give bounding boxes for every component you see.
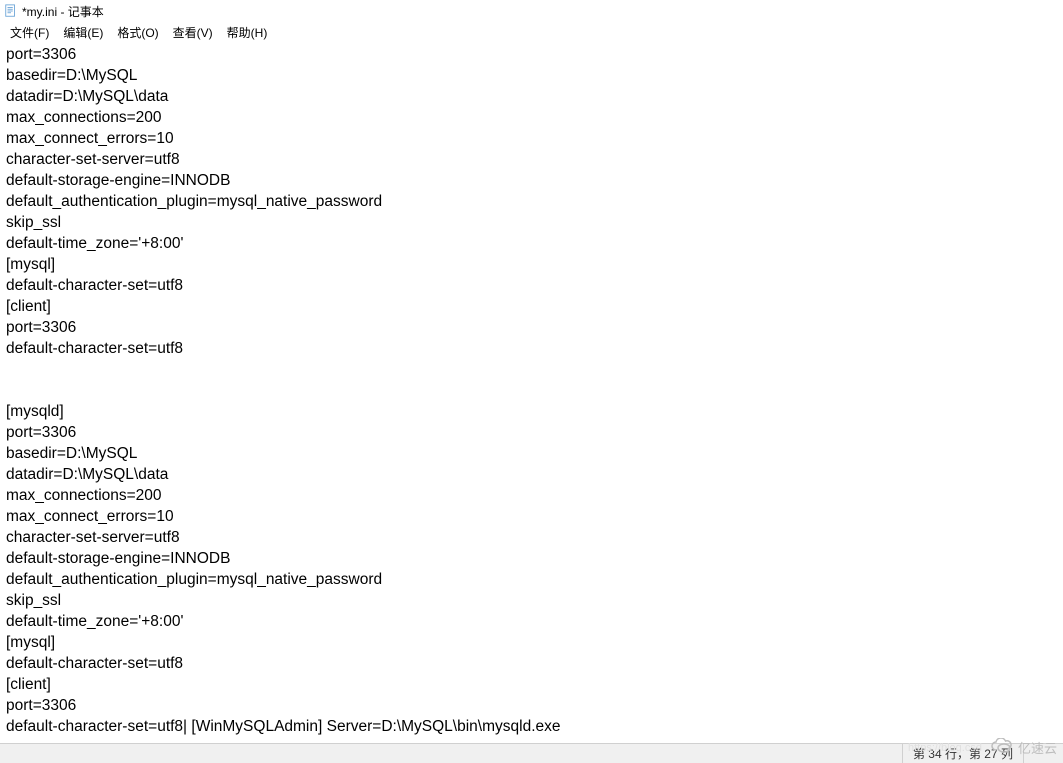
window-title: *my.ini - 记事本	[22, 3, 104, 20]
title-separator: -	[57, 5, 68, 19]
menubar: 文件(F) 编辑(E) 格式(O) 查看(V) 帮助(H)	[0, 22, 1063, 42]
titlebar: *my.ini - 记事本	[0, 0, 1063, 22]
statusbar-position: 第 34 行，第 27 列	[902, 744, 1023, 763]
menu-format[interactable]: 格式(O)	[111, 23, 164, 42]
text-editor-area[interactable]: port=3306 basedir=D:\MySQL datadir=D:\My…	[0, 42, 1063, 743]
title-filename: *my.ini	[22, 5, 57, 19]
statusbar: 第 34 行，第 27 列	[0, 743, 1063, 763]
menu-edit[interactable]: 编辑(E)	[57, 23, 109, 42]
notepad-icon	[4, 4, 18, 18]
menu-help[interactable]: 帮助(H)	[221, 23, 274, 42]
menu-file[interactable]: 文件(F)	[4, 23, 55, 42]
menu-view[interactable]: 查看(V)	[167, 23, 219, 42]
title-appname: 记事本	[68, 5, 104, 19]
statusbar-empty	[1023, 744, 1063, 763]
